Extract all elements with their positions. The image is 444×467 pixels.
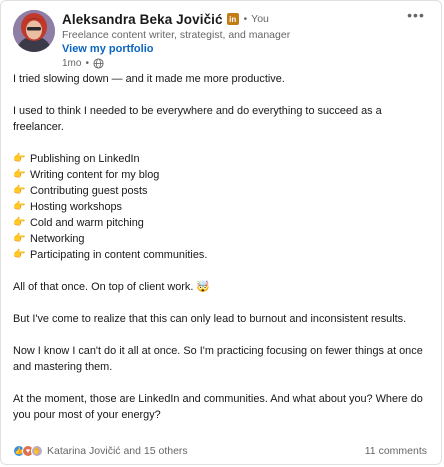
bullet-text: Networking [30, 233, 85, 245]
relation-label: You [251, 13, 269, 25]
post-time: 1mo [62, 58, 82, 69]
post-paragraph-5: At the moment, those are LinkedIn and co… [13, 393, 423, 421]
pointing-hand-icon: 👉 [13, 233, 26, 244]
pointing-hand-icon: 👉 [13, 153, 26, 164]
bullet-item: 👉 Participating in content communities. [13, 247, 427, 263]
social-counts: 👍 ♥ ✋ Katarina Jovičić and 15 others 11 … [13, 445, 427, 457]
bullet-text: Cold and warm pitching [30, 217, 144, 229]
separator-dot: • [85, 58, 89, 69]
bullet-item: 👉 Writing content for my blog [13, 167, 427, 183]
pointing-hand-icon: 👉 [13, 217, 26, 228]
post-body: I tried slowing down — and it made me mo… [13, 71, 427, 423]
post-paragraph-2: All of that once. On top of client work.… [13, 281, 210, 293]
support-icon: ✋ [31, 445, 43, 457]
bullet-text: Contributing guest posts [30, 185, 148, 197]
author-name[interactable]: Aleksandra Beka Jovičić [62, 12, 223, 27]
bullet-text: Writing content for my blog [30, 169, 160, 181]
bullet-item: 👉 Networking [13, 231, 427, 247]
linkedin-premium-icon: in [226, 13, 239, 25]
reactions-summary[interactable]: 👍 ♥ ✋ Katarina Jovičić and 15 others [13, 445, 188, 457]
globe-icon [93, 58, 104, 69]
reaction-icons: 👍 ♥ ✋ [13, 445, 43, 457]
post-paragraph-4: Now I know I can't do it all at once. So… [13, 345, 423, 373]
post-paragraph-3: But I've come to realize that this can o… [13, 313, 407, 325]
more-options-icon[interactable]: ••• [405, 7, 427, 23]
bullet-item: 👉 Publishing on LinkedIn [13, 151, 427, 167]
bullet-item: 👉 Contributing guest posts [13, 183, 427, 199]
author-headline: Freelance content writer, strategist, an… [62, 29, 291, 41]
bullet-text: Participating in content communities. [30, 249, 208, 261]
author-name-row: Aleksandra Beka Jovičić in • You [62, 10, 401, 28]
bullet-text: Publishing on LinkedIn [30, 153, 140, 165]
avatar-photo [13, 10, 55, 52]
pointing-hand-icon: 👉 [13, 185, 26, 196]
post-meta: 1mo • [62, 58, 401, 69]
bullet-item: 👉 Hosting workshops [13, 199, 427, 215]
reactors-text: Katarina Jovičić and 15 others [47, 445, 188, 457]
pointing-hand-icon: 👉 [13, 249, 26, 260]
bullet-item: 👉 Cold and warm pitching [13, 215, 427, 231]
pointing-hand-icon: 👉 [13, 201, 26, 212]
author-avatar[interactable] [13, 10, 55, 52]
post-intro: I tried slowing down — and it made me mo… [13, 73, 285, 85]
comments-count[interactable]: 11 comments [365, 445, 427, 457]
bullet-list: 👉 Publishing on LinkedIn 👉 Writing content … [13, 151, 427, 263]
pointing-hand-icon: 👉 [13, 169, 26, 180]
feed-post-card: Aleksandra Beka Jovičić in • You Freelan… [0, 0, 442, 465]
author-block: Aleksandra Beka Jovičić in • You Freelan… [62, 10, 401, 70]
post-paragraph-1: I used to think I needed to be everywher… [13, 105, 382, 133]
portfolio-link[interactable]: View my portfolio [62, 43, 401, 56]
separator-dot: • [243, 13, 248, 25]
bullet-text: Hosting workshops [30, 201, 123, 213]
